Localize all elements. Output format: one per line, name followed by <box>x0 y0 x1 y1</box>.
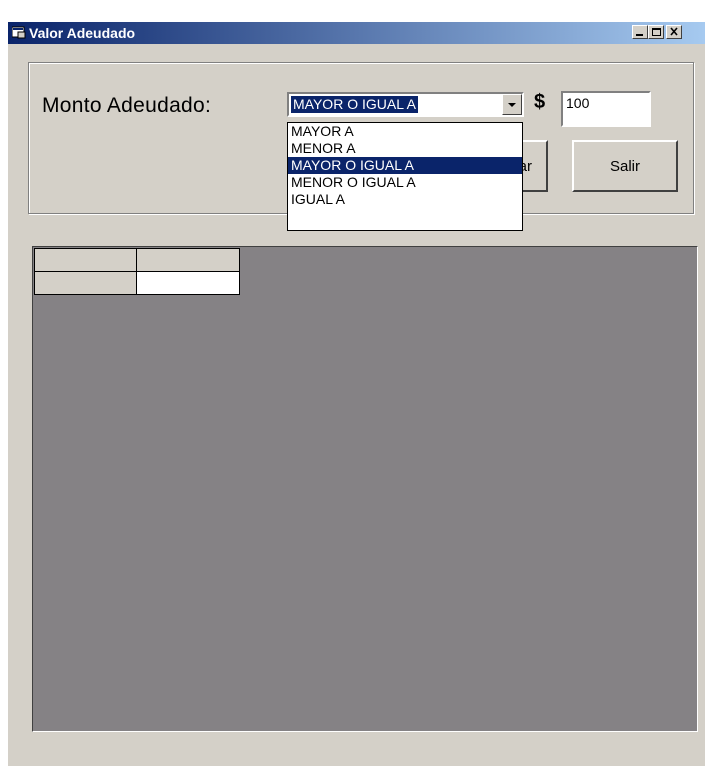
window-title: Valor Adeudado <box>29 25 136 41</box>
maximize-button[interactable] <box>648 25 664 39</box>
app-icon <box>12 26 26 39</box>
dropdown-option[interactable]: MENOR A <box>288 140 522 157</box>
combo-dropdown-button[interactable] <box>502 94 522 115</box>
amount-input[interactable]: 100 <box>561 91 651 127</box>
condition-combobox[interactable]: MAYOR O IGUAL A <box>287 92 524 117</box>
minimize-icon <box>636 34 643 36</box>
maximize-icon <box>652 28 661 36</box>
grid-data-cell[interactable] <box>136 271 240 295</box>
salir-button[interactable]: Salir <box>572 140 678 192</box>
chevron-down-icon <box>508 103 516 107</box>
monto-label: Monto Adeudado: <box>42 94 212 117</box>
dropdown-option-selected[interactable]: MAYOR O IGUAL A <box>288 157 522 174</box>
grid-header-cell[interactable] <box>34 248 137 272</box>
grid-header-cell[interactable] <box>136 248 240 272</box>
salir-button-label: Salir <box>609 157 640 175</box>
dropdown-option[interactable]: MAYOR A <box>288 123 522 140</box>
condition-dropdown-list[interactable]: MAYOR A MENOR A MAYOR O IGUAL A MENOR O … <box>287 122 523 231</box>
grid-row-header-cell[interactable] <box>34 271 137 295</box>
results-grid[interactable] <box>32 246 698 732</box>
combo-selected-value[interactable]: MAYOR O IGUAL A <box>291 96 418 113</box>
dropdown-option[interactable]: MENOR O IGUAL A <box>288 174 522 191</box>
dropdown-option[interactable]: IGUAL A <box>288 191 522 208</box>
close-button[interactable] <box>666 25 682 39</box>
minimize-button[interactable] <box>632 25 648 39</box>
currency-symbol: $ <box>534 91 546 113</box>
title-bar[interactable]: Valor Adeudado <box>8 22 705 44</box>
close-icon <box>670 27 678 36</box>
